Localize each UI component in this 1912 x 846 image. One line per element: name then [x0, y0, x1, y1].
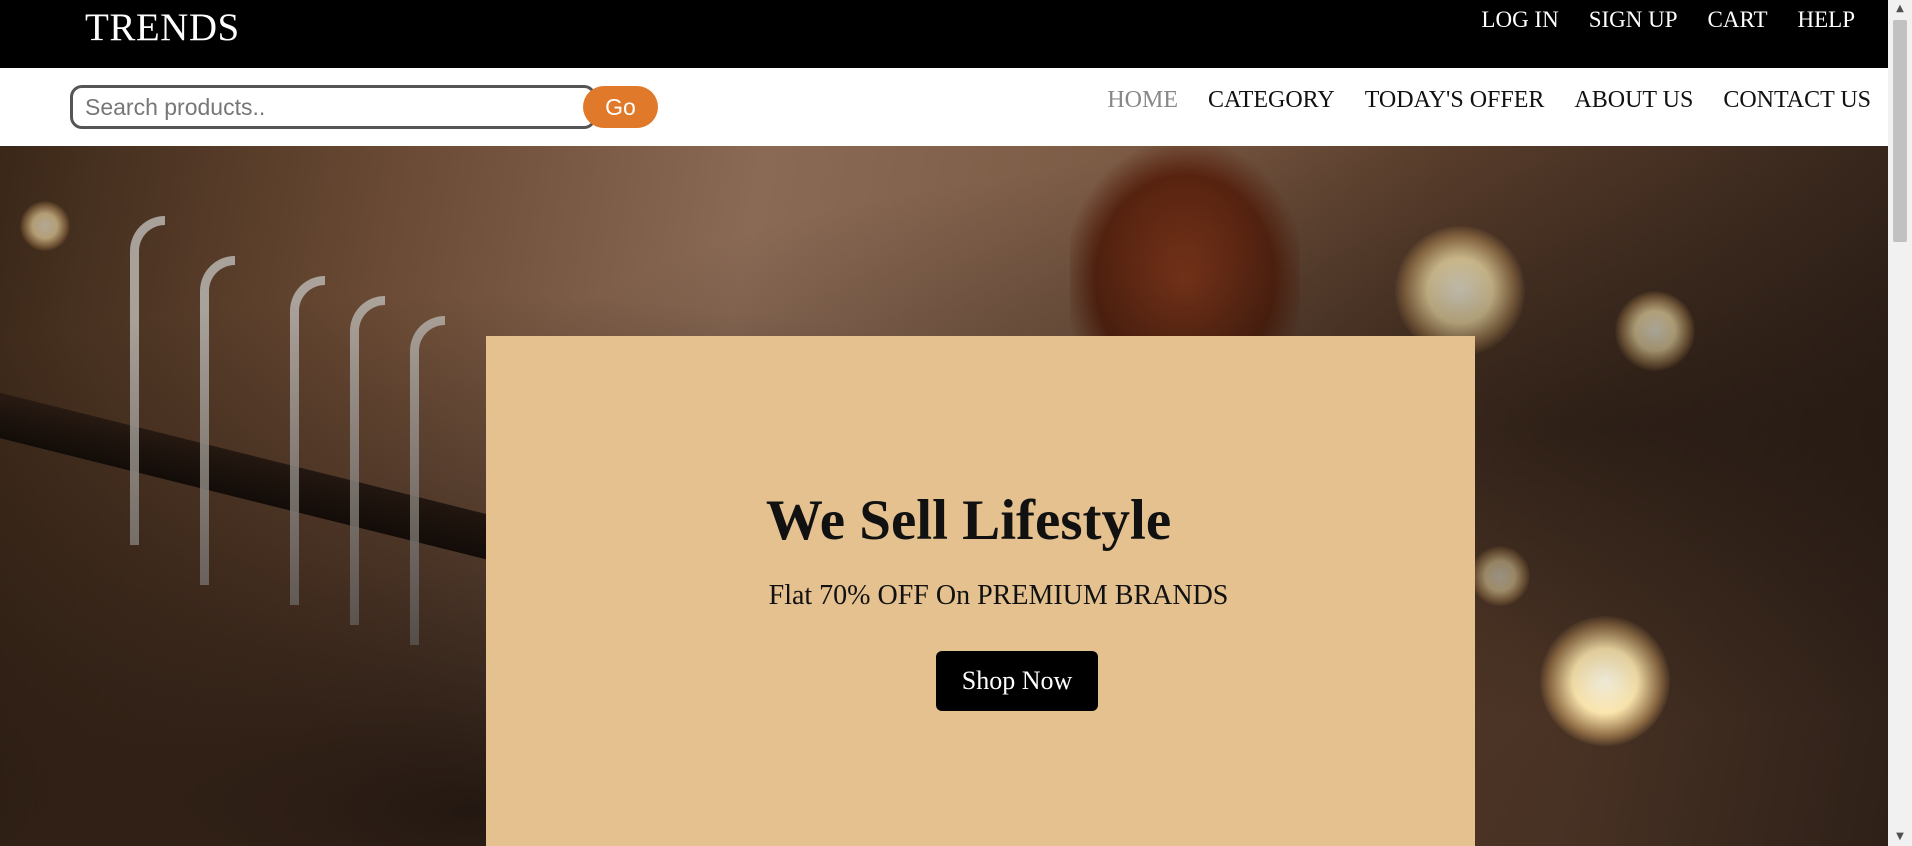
nav-home[interactable]: HOME: [1107, 85, 1178, 115]
nav-category[interactable]: CATEGORY: [1208, 85, 1335, 115]
chevron-down-icon[interactable]: ▼: [1888, 828, 1912, 846]
hero-title: We Sell Lifestyle: [765, 489, 1172, 552]
top-bar: TRENDS LOG IN SIGN UP CART HELP: [0, 0, 1888, 68]
hero-banner: We Sell Lifestyle Flat 70% OFF On PREMIU…: [0, 146, 1888, 846]
promo-panel: We Sell Lifestyle Flat 70% OFF On PREMIU…: [486, 336, 1475, 846]
page: TRENDS LOG IN SIGN UP CART HELP Go HOME …: [0, 0, 1888, 846]
cart-link[interactable]: CART: [1708, 7, 1768, 33]
account-links: LOG IN SIGN UP CART HELP: [1481, 7, 1855, 33]
login-link[interactable]: LOG IN: [1481, 7, 1558, 33]
brand-logo[interactable]: TRENDS: [85, 6, 240, 50]
search-go-button[interactable]: Go: [583, 86, 658, 128]
nav-about-us[interactable]: ABOUT US: [1574, 85, 1693, 115]
page-scrollbar[interactable]: ▲ ▼: [1888, 0, 1912, 846]
chevron-up-icon[interactable]: ▲: [1888, 0, 1912, 18]
hero-subtitle: Flat 70% OFF On PREMIUM BRANDS: [768, 580, 1229, 611]
main-nav: HOME CATEGORY TODAY'S OFFER ABOUT US CON…: [1107, 85, 1871, 115]
shop-now-button[interactable]: Shop Now: [936, 651, 1098, 711]
search-input[interactable]: [70, 85, 596, 129]
help-link[interactable]: HELP: [1798, 7, 1856, 33]
nav-row: Go HOME CATEGORY TODAY'S OFFER ABOUT US …: [0, 68, 1888, 146]
signup-link[interactable]: SIGN UP: [1589, 7, 1678, 33]
nav-todays-offer[interactable]: TODAY'S OFFER: [1365, 85, 1545, 115]
scroll-thumb[interactable]: [1893, 20, 1907, 242]
nav-contact-us[interactable]: CONTACT US: [1723, 85, 1871, 115]
